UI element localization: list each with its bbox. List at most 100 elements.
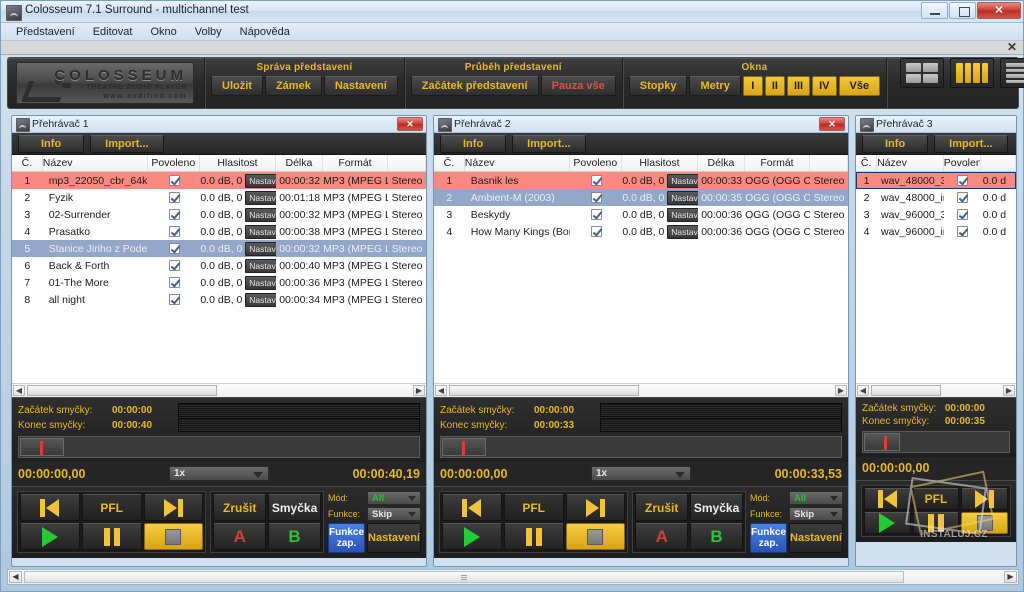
- scroll-right-icon[interactable]: ▶: [413, 385, 425, 396]
- layout-grid-icon[interactable]: [900, 58, 945, 88]
- layout-columns-icon[interactable]: [950, 58, 995, 88]
- tab-info[interactable]: Info: [862, 134, 929, 153]
- col-number[interactable]: Č.: [12, 155, 43, 171]
- play-button[interactable]: [20, 523, 80, 550]
- tab-import[interactable]: Import...: [512, 134, 586, 153]
- settings-button[interactable]: Nastavení: [323, 76, 398, 96]
- table-row[interactable]: 4 wav_96000_ima... 0.0 d: [856, 223, 1016, 240]
- menu-item-predstaveni[interactable]: Představení: [7, 25, 84, 39]
- loop-button[interactable]: Smyčka: [690, 494, 743, 521]
- table-row[interactable]: 4 How Many Kings (Bonus) 0.0 dB, 0 Nasta…: [434, 223, 848, 240]
- window-3-button[interactable]: III: [786, 76, 811, 96]
- enabled-checkbox[interactable]: [956, 209, 968, 221]
- table-row[interactable]: 8 all night 0.0 dB, 0 Nastavit 00:00:34 …: [12, 291, 426, 308]
- enabled-checkbox[interactable]: [590, 209, 602, 221]
- cell-enabled[interactable]: [148, 207, 200, 223]
- seek-handle[interactable]: [20, 438, 64, 456]
- scroll-right-icon[interactable]: ▶: [1004, 571, 1017, 583]
- cell-enabled[interactable]: [944, 224, 981, 240]
- minimize-button[interactable]: [921, 2, 948, 19]
- table-row[interactable]: 6 Back & Forth 0.0 dB, 0 Nastavit 00:00:…: [12, 257, 426, 274]
- speed-select[interactable]: 1x: [591, 466, 691, 481]
- volume-settings-button[interactable]: Nastavit: [667, 173, 699, 188]
- menu-item-volby[interactable]: Volby: [186, 25, 231, 39]
- volume-settings-button[interactable]: Nastavit: [245, 190, 277, 205]
- col-length[interactable]: Délka: [698, 155, 745, 171]
- pause-button[interactable]: [912, 512, 960, 534]
- table-row[interactable]: 2 wav_48000_ima... 0.0 d: [856, 189, 1016, 206]
- col-enabled[interactable]: Povoleno: [570, 155, 622, 171]
- player-settings-button[interactable]: Nastavení: [367, 523, 421, 553]
- col-enabled[interactable]: Povoleno: [944, 155, 981, 171]
- tab-import[interactable]: Import...: [934, 134, 1008, 153]
- lock-button[interactable]: Zámek: [264, 76, 322, 96]
- seek-handle[interactable]: [442, 438, 486, 456]
- pfl-button[interactable]: PFL: [503, 494, 564, 521]
- enabled-checkbox[interactable]: [168, 209, 180, 221]
- enabled-checkbox[interactable]: [168, 277, 180, 289]
- playlist-hscrollbar[interactable]: ◀ ▶: [434, 383, 848, 397]
- volume-settings-button[interactable]: Nastavit: [245, 173, 277, 188]
- col-name[interactable]: Název: [465, 155, 570, 171]
- scroll-left-icon[interactable]: ◀: [13, 385, 25, 396]
- enabled-checkbox[interactable]: [956, 192, 968, 204]
- loop-end-value[interactable]: 00:00:40: [112, 420, 178, 431]
- prev-track-button[interactable]: [20, 494, 80, 521]
- cell-enabled[interactable]: [148, 224, 200, 240]
- scrollbar-thumb[interactable]: [27, 385, 217, 396]
- volume-settings-button[interactable]: Nastavit: [245, 275, 277, 290]
- start-show-button[interactable]: Začátek představení: [410, 76, 539, 96]
- menu-item-napoveda[interactable]: Nápověda: [231, 25, 299, 39]
- enabled-checkbox[interactable]: [168, 294, 180, 306]
- maximize-button[interactable]: [949, 2, 976, 19]
- scroll-left-icon[interactable]: ◀: [857, 385, 869, 396]
- player-1-close-button[interactable]: ✕: [397, 117, 423, 131]
- col-number[interactable]: Č.: [434, 155, 465, 171]
- next-track-button[interactable]: [143, 494, 204, 521]
- marker-b-button[interactable]: B: [690, 523, 743, 550]
- seek-handle[interactable]: [864, 433, 900, 451]
- table-row[interactable]: 2 Fyzik 0.0 dB, 0 Nastavit 00:01:18 MP3 …: [12, 189, 426, 206]
- volume-settings-button[interactable]: Nastavit: [245, 207, 277, 222]
- scroll-right-icon[interactable]: ▶: [1003, 385, 1015, 396]
- cell-enabled[interactable]: [148, 173, 200, 189]
- col-format[interactable]: Formát: [745, 155, 811, 171]
- playlist-hscrollbar[interactable]: ◀ ▶: [12, 383, 426, 397]
- marker-b-button[interactable]: B: [268, 523, 321, 550]
- mode-select[interactable]: All: [367, 491, 421, 505]
- cell-enabled[interactable]: [570, 173, 622, 189]
- cell-enabled[interactable]: [148, 190, 200, 206]
- tab-info[interactable]: Info: [440, 134, 507, 153]
- pause-all-button[interactable]: Pauza vše: [540, 76, 616, 96]
- col-channels[interactable]: [810, 155, 848, 171]
- play-button[interactable]: [864, 512, 911, 534]
- cell-enabled[interactable]: [944, 190, 981, 206]
- volume-settings-button[interactable]: Nastavit: [245, 292, 277, 307]
- window-1-button[interactable]: I: [742, 76, 763, 96]
- loop-start-value[interactable]: 00:00:00: [112, 405, 178, 416]
- table-row[interactable]: 3 02-Surrender 0.0 dB, 0 Nastavit 00:00:…: [12, 206, 426, 223]
- enabled-checkbox[interactable]: [590, 192, 602, 204]
- function-select[interactable]: Skip: [789, 507, 843, 521]
- marker-a-button[interactable]: A: [213, 523, 267, 550]
- cancel-button[interactable]: Zrušit: [635, 494, 689, 521]
- function-enable-button[interactable]: Funkce zap.: [750, 523, 788, 553]
- next-track-button[interactable]: [961, 488, 1008, 510]
- prev-track-button[interactable]: [864, 488, 911, 510]
- scroll-left-icon[interactable]: ◀: [9, 571, 22, 583]
- prev-track-button[interactable]: [442, 494, 502, 521]
- save-button[interactable]: Uložit: [211, 76, 263, 96]
- table-row[interactable]: 1 Basnik les 0.0 dB, 0 Nastavit 00:00:33…: [434, 172, 848, 189]
- volume-settings-button[interactable]: Nastavit: [667, 224, 699, 239]
- playlist-hscrollbar[interactable]: ◀ ▶: [856, 383, 1016, 397]
- cell-enabled[interactable]: [944, 173, 981, 189]
- cell-enabled[interactable]: [148, 292, 200, 308]
- function-select[interactable]: Skip: [367, 507, 421, 521]
- table-row[interactable]: 3 wav_96000_32bi... 0.0 d: [856, 206, 1016, 223]
- menu-item-okno[interactable]: Okno: [141, 25, 185, 39]
- table-row[interactable]: 2 Ambient-M (2003) 0.0 dB, 0 Nastavit 00…: [434, 189, 848, 206]
- seek-bar[interactable]: [440, 436, 842, 458]
- col-channels[interactable]: [388, 155, 426, 171]
- scrollbar-thumb[interactable]: [871, 385, 941, 396]
- loop-end-value[interactable]: 00:00:35: [945, 416, 1010, 427]
